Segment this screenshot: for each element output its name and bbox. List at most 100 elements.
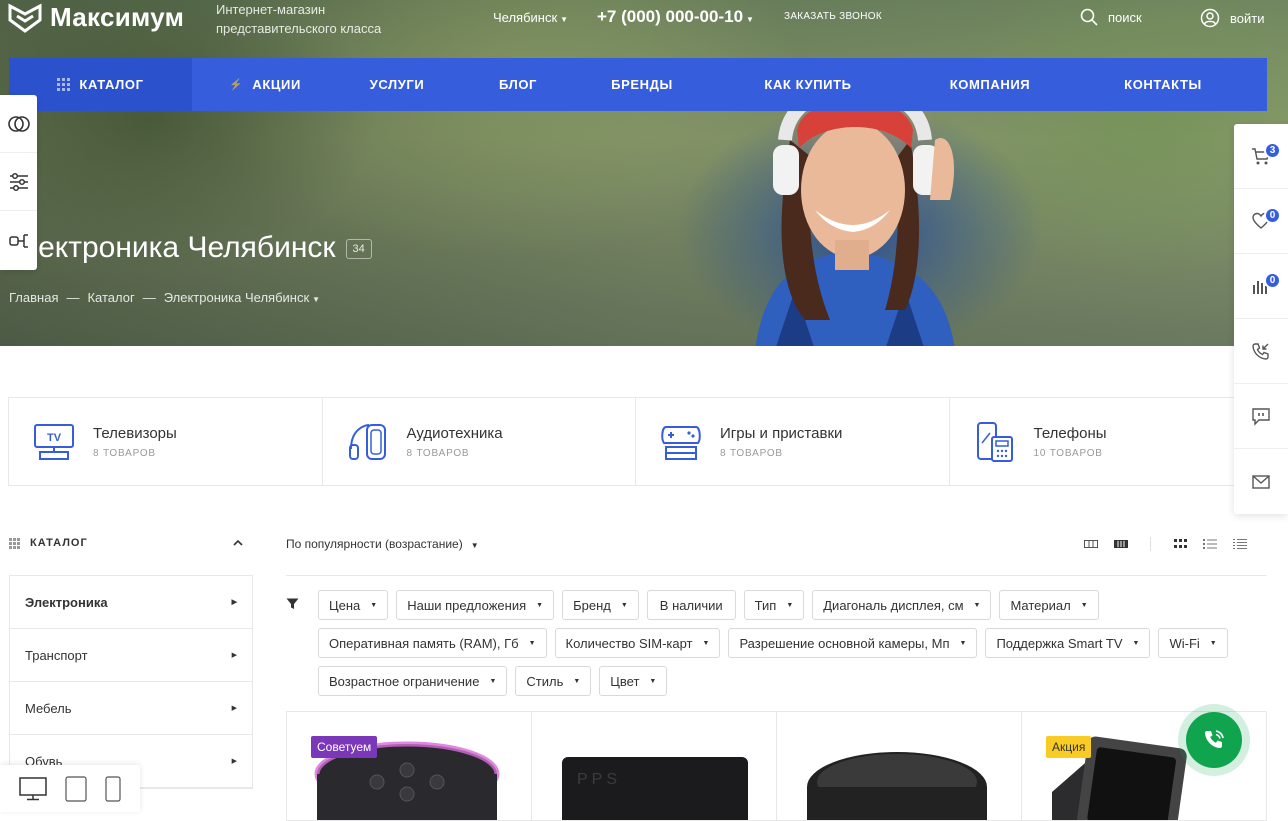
chevron-right-icon: ▶: [231, 705, 237, 712]
chevron-down-icon: ▼: [649, 677, 657, 685]
compare-button[interactable]: 0: [1234, 254, 1288, 319]
device-switcher: [0, 765, 140, 812]
sidebar-catalog-header[interactable]: КАТАЛОГ: [9, 537, 243, 549]
call-button-inner: [1186, 712, 1242, 768]
category-name: Телевизоры: [93, 424, 177, 442]
view-switcher: [1084, 537, 1247, 551]
filter-label: Wi-Fi: [1169, 635, 1200, 651]
nav-how-to-buy[interactable]: КАК КУПИТЬ: [704, 58, 912, 111]
settings-button[interactable]: [0, 153, 37, 211]
divider: [1150, 537, 1151, 551]
filter-icon: [286, 598, 299, 609]
callback-link[interactable]: ЗАКАЗАТЬ ЗВОНОК: [784, 11, 882, 22]
category-count: 8 ТОВАРОВ: [93, 447, 156, 459]
logo[interactable]: Максимум: [8, 2, 184, 33]
favorites-button[interactable]: 0: [1234, 189, 1288, 254]
chevron-down-icon: ▼: [370, 601, 378, 609]
login-button[interactable]: войти: [1200, 8, 1264, 28]
filter-color[interactable]: Цвет ▼: [599, 666, 668, 696]
tablet-icon[interactable]: [65, 775, 87, 802]
product-card[interactable]: PPS: [532, 712, 777, 820]
grid-view-icon[interactable]: [1173, 538, 1187, 550]
filter-label: Цвет: [610, 673, 640, 689]
grid-icon: [9, 537, 20, 549]
category-tile-phones[interactable]: Телефоны 10 ТОВАРОВ: [950, 398, 1263, 485]
filter-wifi[interactable]: Wi-Fi ▼: [1158, 628, 1228, 658]
breadcrumb-home[interactable]: Главная: [9, 290, 58, 305]
filter-brand[interactable]: Бренд ▼: [562, 590, 639, 620]
filter-style[interactable]: Стиль ▼: [515, 666, 592, 696]
right-floating-panel: 3 0 0: [1234, 124, 1288, 514]
chevron-down-icon: ▼: [620, 601, 628, 609]
breadcrumb-current[interactable]: Электроника Челябинск ▼: [164, 290, 320, 305]
nav-brands[interactable]: БРЕНДЫ: [580, 58, 704, 111]
category-tile-audio[interactable]: Аудиотехника 8 ТОВАРОВ: [323, 398, 636, 485]
logo-mark-icon: [8, 3, 42, 33]
list-view-icon[interactable]: [1203, 538, 1217, 550]
filter-age-limit[interactable]: Возрастное ограничение ▼: [318, 666, 508, 696]
filter-label: В наличии: [659, 597, 723, 613]
search-label: поиск: [1108, 9, 1142, 25]
table-view-icon[interactable]: [1233, 538, 1247, 550]
filter-price[interactable]: Цена ▼: [318, 590, 389, 620]
user-icon: [1200, 8, 1220, 28]
chevron-down-icon: ▼: [573, 677, 581, 685]
product-count-badge: 34: [345, 239, 372, 260]
login-label: войти: [1230, 10, 1265, 26]
product-card[interactable]: Советуем: [287, 712, 532, 820]
chevron-down-icon: ▼: [973, 601, 981, 609]
chat-button[interactable]: [1234, 384, 1288, 449]
cart-button[interactable]: 3: [1234, 124, 1288, 189]
nav-blog[interactable]: БЛОГ: [456, 58, 580, 111]
sort-dropdown[interactable]: По популярности (возрастание) ▼: [286, 537, 479, 551]
columns-4-icon[interactable]: [1114, 538, 1128, 550]
category-tile-games[interactable]: Игры и приставки 8 ТОВАРОВ: [636, 398, 950, 485]
filter-sim-count[interactable]: Количество SIM-карт ▼: [554, 628, 721, 658]
email-button[interactable]: [1234, 449, 1288, 514]
filter-label: Бренд: [573, 597, 611, 613]
theme-button[interactable]: [0, 95, 37, 153]
svg-text:TV: TV: [47, 432, 62, 444]
phone-icon: [976, 421, 1013, 462]
columns-3-icon[interactable]: [1084, 538, 1098, 550]
share-button[interactable]: [0, 211, 37, 269]
nav-contacts[interactable]: КОНТАКТЫ: [1068, 58, 1258, 111]
sidebar-item-furniture[interactable]: Мебель ▶: [10, 682, 252, 735]
mobile-icon[interactable]: [105, 775, 121, 802]
slogan: Интернет-магазин представительского клас…: [216, 2, 382, 36]
phone-call-icon: [1204, 730, 1224, 749]
filter-camera-resolution[interactable]: Разрешение основной камеры, Мп ▼: [728, 628, 978, 658]
tv-icon: TV: [34, 423, 74, 460]
callback-panel-button[interactable]: [1234, 319, 1288, 384]
smart-speaker-image: [314, 741, 500, 820]
breadcrumb-catalog[interactable]: Каталог: [87, 290, 134, 305]
sidebar-item-label: Электроника: [25, 594, 108, 610]
nav-promotions[interactable]: ⚡ АКЦИИ: [192, 58, 338, 111]
category-name: Игры и приставки: [720, 424, 843, 442]
filter-in-stock[interactable]: В наличии: [646, 590, 736, 620]
sidebar-item-electronics[interactable]: Электроника ▶: [10, 576, 252, 629]
breadcrumb-separator: —: [66, 290, 80, 305]
filter-material[interactable]: Материал ▼: [999, 590, 1099, 620]
mail-icon: [1252, 474, 1270, 489]
city-selector[interactable]: Челябинск ▼: [493, 10, 568, 25]
nav-services[interactable]: УСЛУГИ: [338, 58, 456, 111]
filter-display-diagonal[interactable]: Диагональ дисплея, см ▼: [812, 590, 992, 620]
sidebar-item-transport[interactable]: Транспорт ▶: [10, 629, 252, 682]
search-button[interactable]: поиск: [1080, 8, 1142, 26]
filter-offers[interactable]: Наши предложения ▼: [396, 590, 555, 620]
chevron-down-icon: ▼: [470, 541, 479, 550]
sidebar-title: КАТАЛОГ: [30, 537, 88, 549]
filter-type[interactable]: Тип ▼: [743, 590, 805, 620]
nav-company[interactable]: КОМПАНИЯ: [912, 58, 1068, 111]
chevron-down-icon: ▼: [1132, 639, 1140, 647]
category-tile-tv[interactable]: TV Телевизоры 8 ТОВАРОВ: [9, 398, 323, 485]
desktop-icon[interactable]: [19, 776, 47, 801]
filter-ram[interactable]: Оперативная память (RAM), Гб ▼: [318, 628, 547, 658]
call-button[interactable]: [1178, 704, 1250, 776]
filter-smart-tv[interactable]: Поддержка Smart TV ▼: [985, 628, 1151, 658]
nav-promotions-label: АКЦИИ: [252, 77, 301, 92]
chevron-down-icon: ▼: [786, 601, 794, 609]
phone-number[interactable]: +7 (000) 000-00-10 ▼: [597, 7, 754, 27]
product-card[interactable]: [777, 712, 1022, 820]
